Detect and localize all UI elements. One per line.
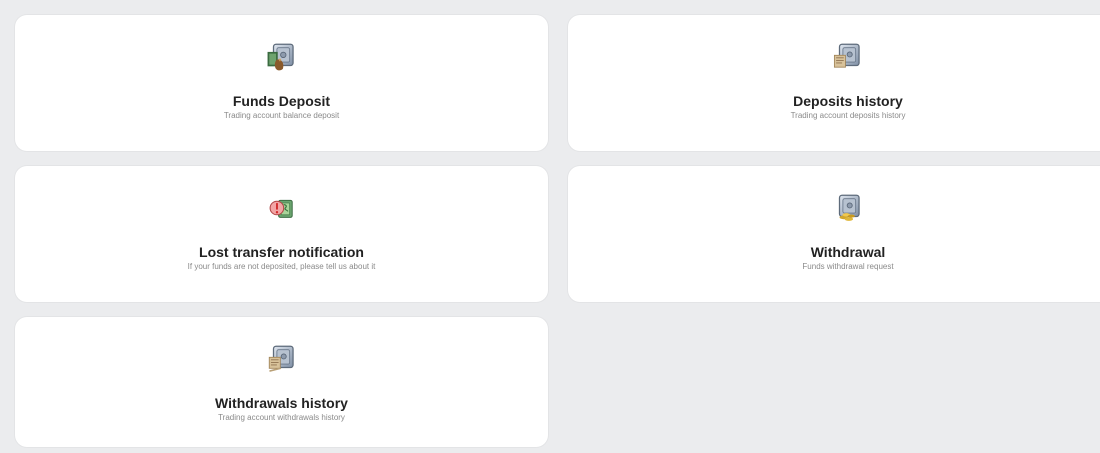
card-subtitle: Trading account withdrawals history <box>218 413 345 422</box>
card-title: Deposits history <box>793 93 903 109</box>
card-withdrawal[interactable]: Withdrawal Funds withdrawal request <box>568 166 1100 302</box>
card-subtitle: If your funds are not deposited, please … <box>187 262 376 271</box>
safe-gold-icon <box>827 187 869 229</box>
card-title: Withdrawals history <box>215 395 348 411</box>
safe-deposit-icon <box>261 36 303 78</box>
card-subtitle: Trading account deposits history <box>790 111 906 120</box>
card-subtitle: Trading account balance deposit <box>223 111 340 120</box>
card-lost-transfer-notification[interactable]: Lost transfer notification If your funds… <box>15 166 548 302</box>
safe-receipt-icon <box>261 338 303 380</box>
card-subtitle: Funds withdrawal request <box>802 262 894 271</box>
card-deposits-history[interactable]: Deposits history Trading account deposit… <box>568 15 1100 151</box>
card-title: Withdrawal <box>810 244 886 260</box>
card-funds-deposit[interactable]: Funds Deposit Trading account balance de… <box>15 15 548 151</box>
card-title: Lost transfer notification <box>199 244 364 260</box>
payments-page: Funds Deposit Trading account balance de… <box>0 0 1100 448</box>
card-title: Funds Deposit <box>232 93 331 109</box>
safe-history-icon <box>827 36 869 78</box>
card-withdrawals-history[interactable]: Withdrawals history Trading account with… <box>15 317 548 447</box>
payments-card-grid: Funds Deposit Trading account balance de… <box>15 15 1100 453</box>
alert-money-icon <box>261 187 303 229</box>
